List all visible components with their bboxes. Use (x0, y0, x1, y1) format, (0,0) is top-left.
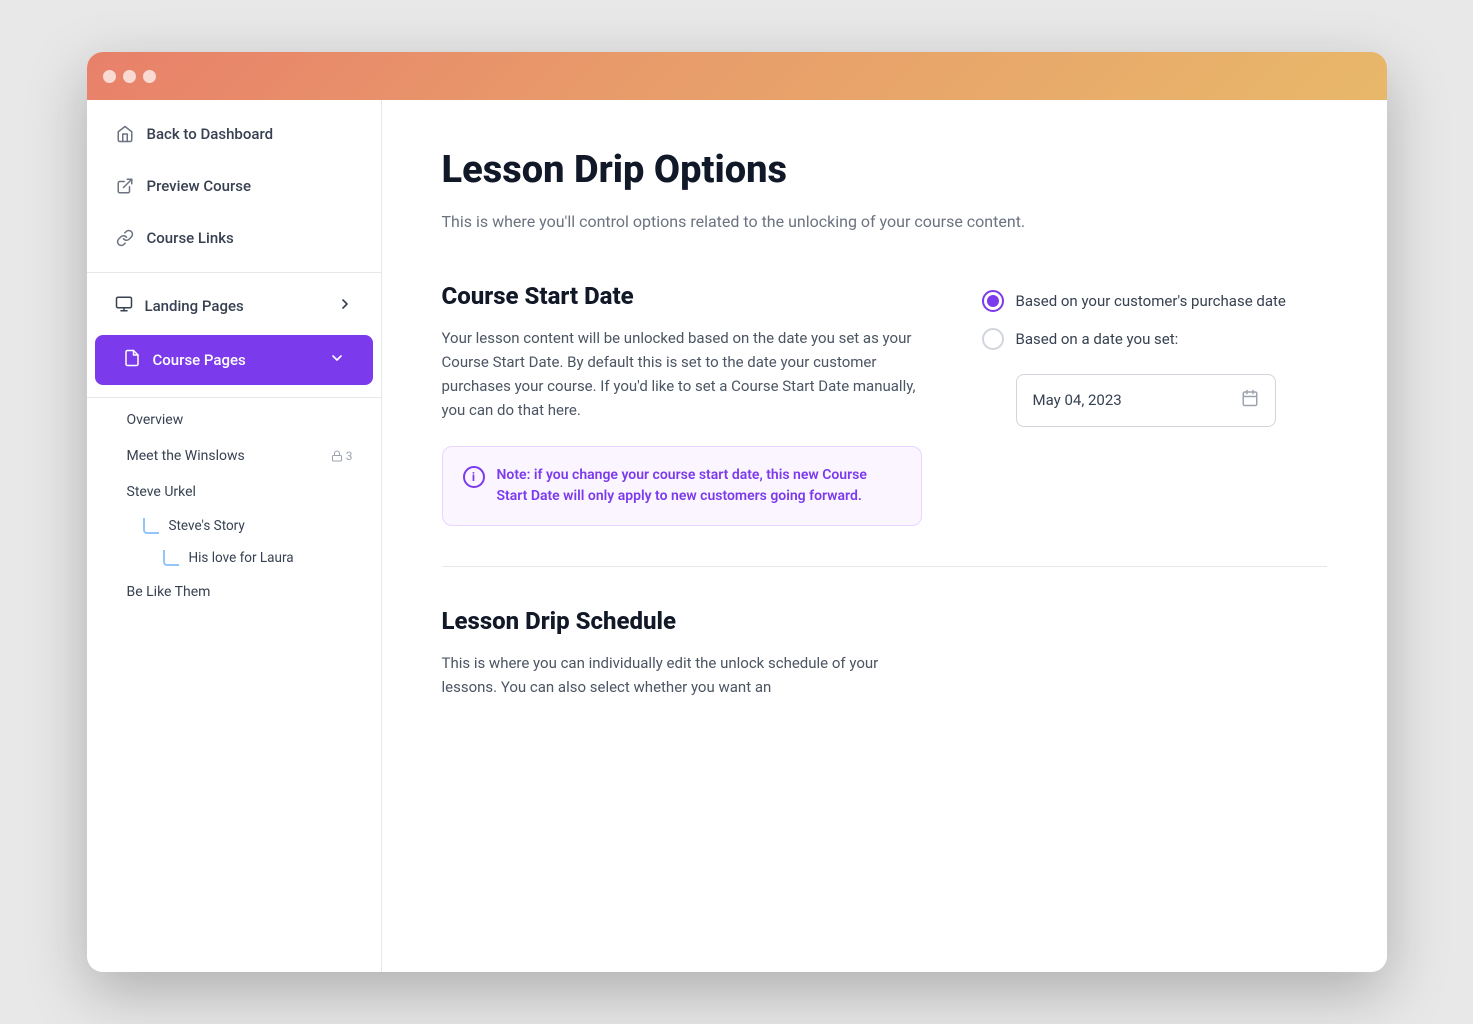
course-start-date-section: Course Start Date Your lesson content wi… (442, 282, 1327, 526)
course-pages-items: Overview Meet the Winslows 3 (87, 398, 381, 614)
app-window: Back to Dashboard Preview Course (87, 52, 1387, 972)
steve-urkel-label: Steve Urkel (127, 484, 196, 500)
radio-custom-date-label: Based on a date you set: (1016, 330, 1179, 348)
minimize-button[interactable] (123, 70, 136, 83)
traffic-lights (103, 70, 156, 83)
sidebar-item-back-dashboard[interactable]: Back to Dashboard (87, 108, 381, 160)
back-dashboard-label: Back to Dashboard (147, 125, 274, 143)
page-subtitle: This is where you'll control options rel… (442, 210, 1327, 234)
steves-story-label: Steve's Story (169, 518, 245, 534)
info-icon: i (463, 466, 485, 488)
sidebar-item-preview-course[interactable]: Preview Course (87, 160, 381, 212)
sidebar: Back to Dashboard Preview Course (87, 100, 382, 972)
sub-connector-story (143, 518, 159, 534)
lesson-drip-schedule-title: Lesson Drip Schedule (442, 607, 1327, 635)
sidebar-item-course-pages[interactable]: Course Pages (95, 335, 373, 385)
course-pages-label: Course Pages (153, 351, 246, 369)
radio-circle-unselected (982, 328, 1004, 350)
list-item-overview[interactable]: Overview (87, 402, 381, 438)
overview-label: Overview (127, 412, 184, 428)
list-item-be-like-them[interactable]: Be Like Them (87, 574, 381, 610)
meet-winslows-label: Meet the Winslows (127, 448, 245, 464)
external-link-icon (115, 176, 135, 196)
close-button[interactable] (103, 70, 116, 83)
home-icon (115, 124, 135, 144)
file-icon (123, 349, 141, 371)
steve-urkel-left: Steve Urkel (127, 484, 196, 500)
course-start-date-description: Your lesson content will be unlocked bas… (442, 326, 922, 422)
chevron-right-icon (337, 296, 353, 316)
be-like-them-left: Be Like Them (127, 584, 211, 600)
content-area: Lesson Drip Options This is where you'll… (382, 100, 1387, 972)
lesson-drip-schedule-section: Lesson Drip Schedule This is where you c… (442, 607, 1327, 699)
chevron-down-icon (329, 350, 345, 370)
sidebar-middle-nav: Landing Pages (87, 273, 381, 398)
date-value: May 04, 2023 (1033, 391, 1122, 409)
radio-purchase-date[interactable]: Based on your customer's purchase date (982, 290, 1322, 312)
meet-winslows-left: Meet the Winslows (127, 448, 245, 464)
page-title: Lesson Drip Options (442, 148, 1327, 194)
course-pages-left: Course Pages (123, 349, 246, 371)
course-start-right: Based on your customer's purchase date B… (982, 282, 1322, 427)
lock-badge: 3 (331, 449, 353, 463)
maximize-button[interactable] (143, 70, 156, 83)
radio-inner-selected (987, 295, 999, 307)
list-item-meet-winslows[interactable]: Meet the Winslows 3 (87, 438, 381, 474)
info-note-box: i Note: if you change your course start … (442, 446, 922, 526)
overview-left: Overview (127, 412, 184, 428)
sub-connector-laura (163, 550, 179, 566)
radio-custom-date[interactable]: Based on a date you set: (982, 328, 1322, 350)
be-like-them-label: Be Like Them (127, 584, 211, 600)
radio-circle-selected (982, 290, 1004, 312)
course-start-date-title: Course Start Date (442, 282, 922, 310)
sidebar-item-course-links[interactable]: Course Links (87, 212, 381, 264)
course-links-label: Course Links (147, 229, 234, 247)
date-input[interactable]: May 04, 2023 (1016, 374, 1276, 427)
sidebar-top-nav: Back to Dashboard Preview Course (87, 100, 381, 273)
link-icon (115, 228, 135, 248)
info-note-text: Note: if you change your course start da… (497, 465, 901, 507)
list-item-his-love-laura[interactable]: His love for Laura (87, 542, 381, 574)
list-item-steves-story[interactable]: Steve's Story (87, 510, 381, 542)
radio-group: Based on your customer's purchase date B… (982, 290, 1322, 427)
list-item-steve-urkel[interactable]: Steve Urkel (87, 474, 381, 510)
lock-count: 3 (346, 449, 353, 463)
titlebar (87, 52, 1387, 100)
landing-pages-left: Landing Pages (115, 295, 244, 317)
his-love-laura-label: His love for Laura (189, 550, 294, 566)
course-start-left: Course Start Date Your lesson content wi… (442, 282, 922, 526)
preview-course-label: Preview Course (147, 177, 252, 195)
landing-pages-label: Landing Pages (145, 297, 244, 315)
calendar-icon (1241, 389, 1259, 412)
radio-purchase-date-label: Based on your customer's purchase date (1016, 292, 1286, 310)
sidebar-item-landing-pages[interactable]: Landing Pages (87, 281, 381, 331)
monitor-icon (115, 295, 133, 317)
section-divider (442, 566, 1327, 567)
lesson-drip-schedule-description: This is where you can individually edit … (442, 651, 922, 699)
info-icon-text: i (472, 470, 475, 484)
main-layout: Back to Dashboard Preview Course (87, 100, 1387, 972)
